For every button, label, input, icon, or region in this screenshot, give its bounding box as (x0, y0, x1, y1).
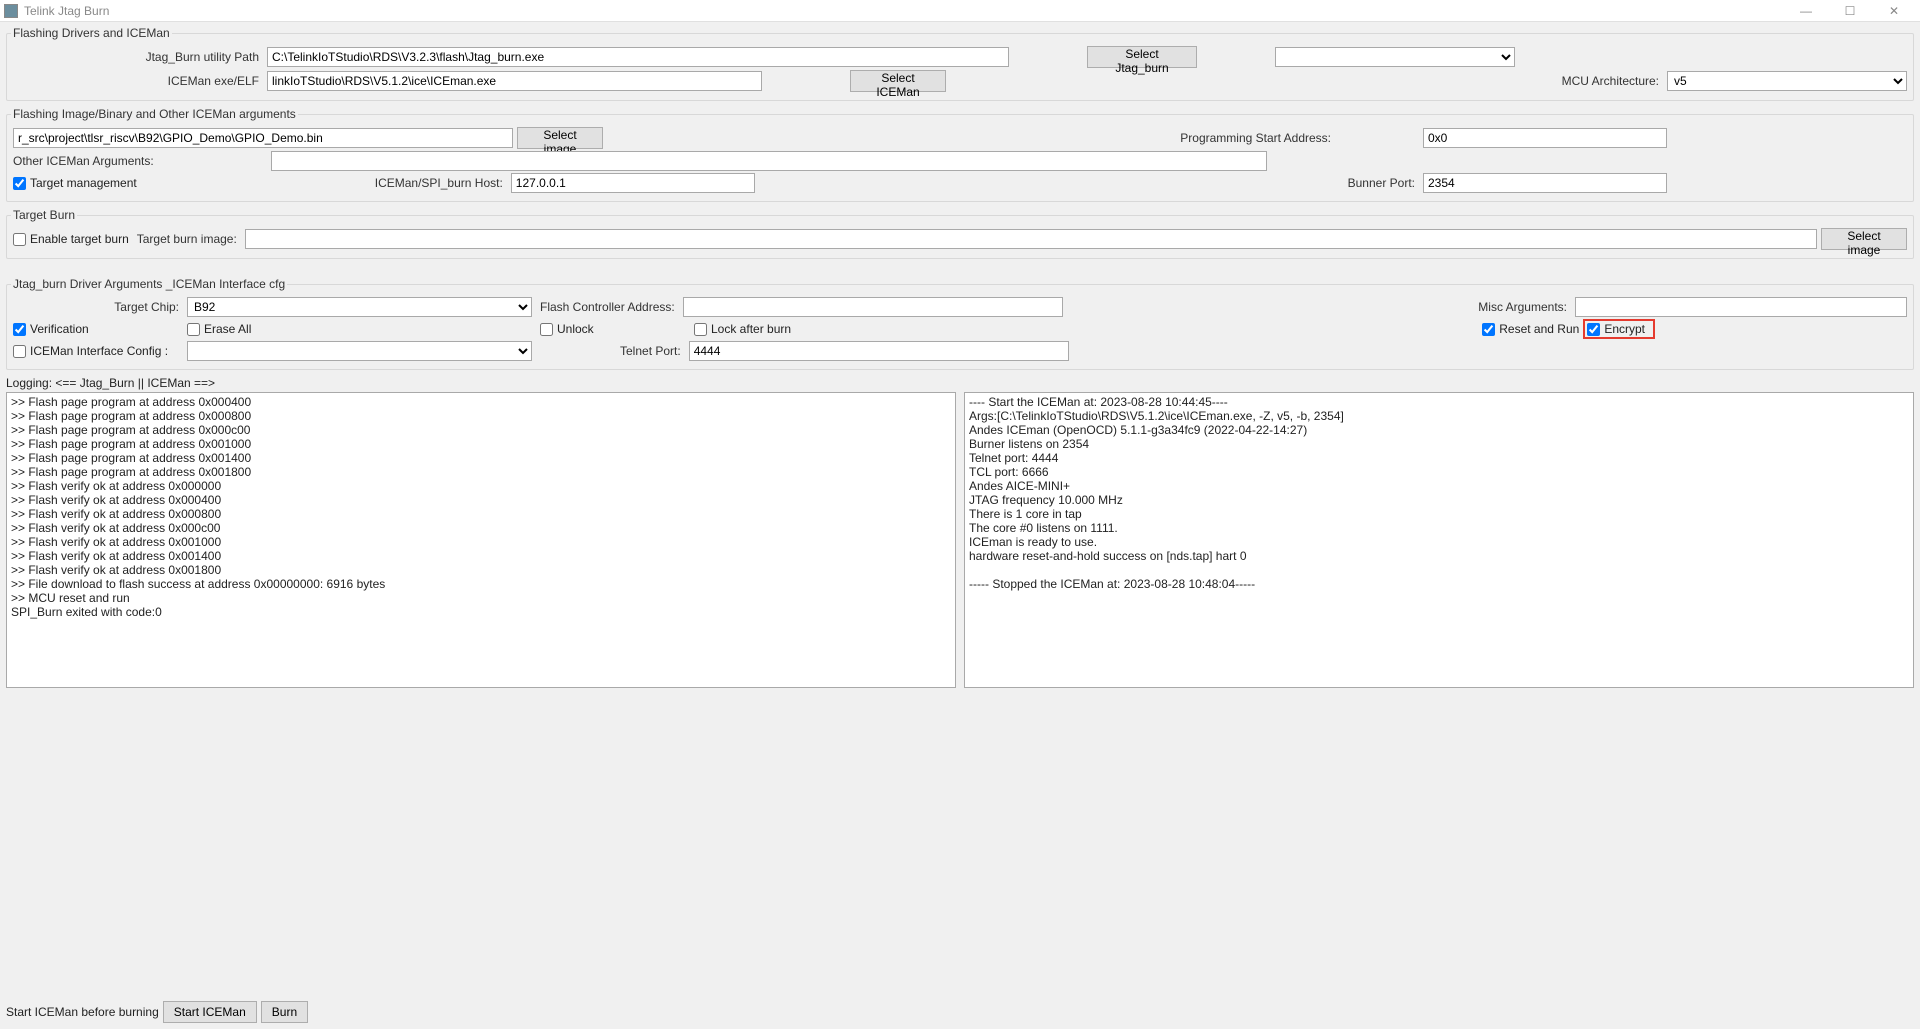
titlebar: Telink Jtag Burn — ☐ ✕ (0, 0, 1920, 22)
enable-target-burn-checkbox[interactable]: Enable target burn (13, 232, 129, 246)
jtag-extra-combo[interactable] (1275, 47, 1515, 67)
start-iceman-button[interactable]: Start ICEMan (163, 1001, 257, 1023)
telnet-port-label: Telnet Port: (620, 344, 685, 358)
group-legend: Jtag_burn Driver Arguments _ICEMan Inter… (11, 277, 287, 291)
iceman-interface-config-checkbox-input[interactable] (13, 345, 26, 358)
prog-start-addr-input[interactable] (1423, 128, 1667, 148)
encrypt-highlight: Encrypt (1583, 319, 1655, 339)
reset-and-run-checkbox-input[interactable] (1482, 323, 1495, 336)
misc-args-input[interactable] (1575, 297, 1907, 317)
footer-text: Start ICEMan before burning (6, 1005, 159, 1019)
unlock-label: Unlock (557, 322, 594, 336)
other-iceman-args-input[interactable] (271, 151, 1267, 171)
verification-checkbox-input[interactable] (13, 323, 26, 336)
group-legend: Target Burn (11, 208, 77, 222)
burn-button[interactable]: Burn (261, 1001, 308, 1023)
target-management-label: Target management (30, 176, 137, 190)
group-target-burn: Target Burn Enable target burn Target bu… (6, 208, 1914, 259)
mcu-arch-label: MCU Architecture: (1562, 74, 1663, 88)
burner-port-label: Bunner Port: (1348, 176, 1419, 190)
jtag-path-input[interactable] (267, 47, 1009, 67)
reset-and-run-checkbox[interactable]: Reset and Run (1482, 322, 1579, 336)
close-button[interactable]: ✕ (1872, 0, 1916, 22)
flash-controller-label: Flash Controller Address: (540, 300, 679, 314)
target-burn-image-input[interactable] (245, 229, 1817, 249)
window-title: Telink Jtag Burn (24, 4, 109, 18)
lock-after-burn-checkbox-input[interactable] (694, 323, 707, 336)
burner-port-input[interactable] (1423, 173, 1667, 193)
log-right[interactable]: ---- Start the ICEMan at: 2023-08-28 10:… (964, 392, 1914, 688)
verification-checkbox[interactable]: Verification (13, 322, 183, 336)
maximize-button[interactable]: ☐ (1828, 0, 1872, 22)
erase-all-checkbox[interactable]: Erase All (187, 322, 357, 336)
erase-all-label: Erase All (204, 322, 251, 336)
misc-args-label: Misc Arguments: (1478, 300, 1571, 314)
select-jtag-button[interactable]: Select Jtag_burn (1087, 46, 1197, 68)
iceman-interface-config-checkbox[interactable]: ICEMan Interface Config : (13, 344, 183, 358)
flash-controller-input[interactable] (683, 297, 1063, 317)
group-flashing-drivers: Flashing Drivers and ICEMan Jtag_Burn ut… (6, 26, 1914, 101)
iceman-interface-config-combo[interactable] (187, 341, 532, 361)
other-iceman-args-label: Other ICEMan Arguments: (13, 154, 163, 168)
lock-after-burn-checkbox[interactable]: Lock after burn (694, 322, 864, 336)
target-burn-image-label: Target burn image: (137, 232, 241, 246)
group-legend: Flashing Drivers and ICEMan (11, 26, 172, 40)
mcu-arch-combo[interactable]: v5 (1667, 71, 1907, 91)
group-legend: Flashing Image/Binary and Other ICEMan a… (11, 107, 298, 121)
log-left[interactable]: >> Flash page program at address 0x00040… (6, 392, 956, 688)
target-chip-label: Target Chip: (13, 300, 183, 314)
target-chip-combo[interactable]: B92 (187, 297, 532, 317)
reset-and-run-label: Reset and Run (1499, 322, 1579, 336)
verification-label: Verification (30, 322, 89, 336)
select-iceman-button[interactable]: Select ICEMan (850, 70, 946, 92)
erase-all-checkbox-input[interactable] (187, 323, 200, 336)
iceman-host-input[interactable] (511, 173, 755, 193)
enable-target-burn-checkbox-input[interactable] (13, 233, 26, 246)
iceman-path-label: ICEMan exe/ELF (13, 74, 263, 88)
unlock-checkbox-input[interactable] (540, 323, 553, 336)
logging-header: Logging: <== Jtag_Burn || ICEMan ==> (6, 376, 1914, 390)
enable-target-burn-label: Enable target burn (30, 232, 129, 246)
group-flashing-image: Flashing Image/Binary and Other ICEMan a… (6, 107, 1914, 202)
telnet-port-input[interactable] (689, 341, 1069, 361)
app-icon (4, 4, 18, 18)
iceman-path-input[interactable] (267, 71, 762, 91)
group-driver-args: Jtag_burn Driver Arguments _ICEMan Inter… (6, 277, 1914, 370)
target-management-checkbox-input[interactable] (13, 177, 26, 190)
iceman-host-label: ICEMan/SPI_burn Host: (375, 176, 507, 190)
footer: Start ICEMan before burning Start ICEMan… (0, 995, 1920, 1029)
encrypt-checkbox-input[interactable] (1587, 323, 1600, 336)
encrypt-label: Encrypt (1604, 322, 1645, 336)
select-target-image-button[interactable]: Select image (1821, 228, 1907, 250)
jtag-path-label: Jtag_Burn utility Path (13, 50, 263, 64)
iceman-interface-config-label: ICEMan Interface Config : (30, 344, 168, 358)
lock-after-burn-label: Lock after burn (711, 322, 791, 336)
minimize-button[interactable]: — (1784, 0, 1828, 22)
encrypt-checkbox[interactable]: Encrypt (1587, 322, 1645, 336)
unlock-checkbox[interactable]: Unlock (540, 322, 690, 336)
image-path-input[interactable] (13, 128, 513, 148)
target-management-checkbox[interactable]: Target management (13, 176, 137, 190)
select-image-button[interactable]: Select image (517, 127, 603, 149)
prog-start-addr-label: Programming Start Address: (1180, 131, 1335, 145)
